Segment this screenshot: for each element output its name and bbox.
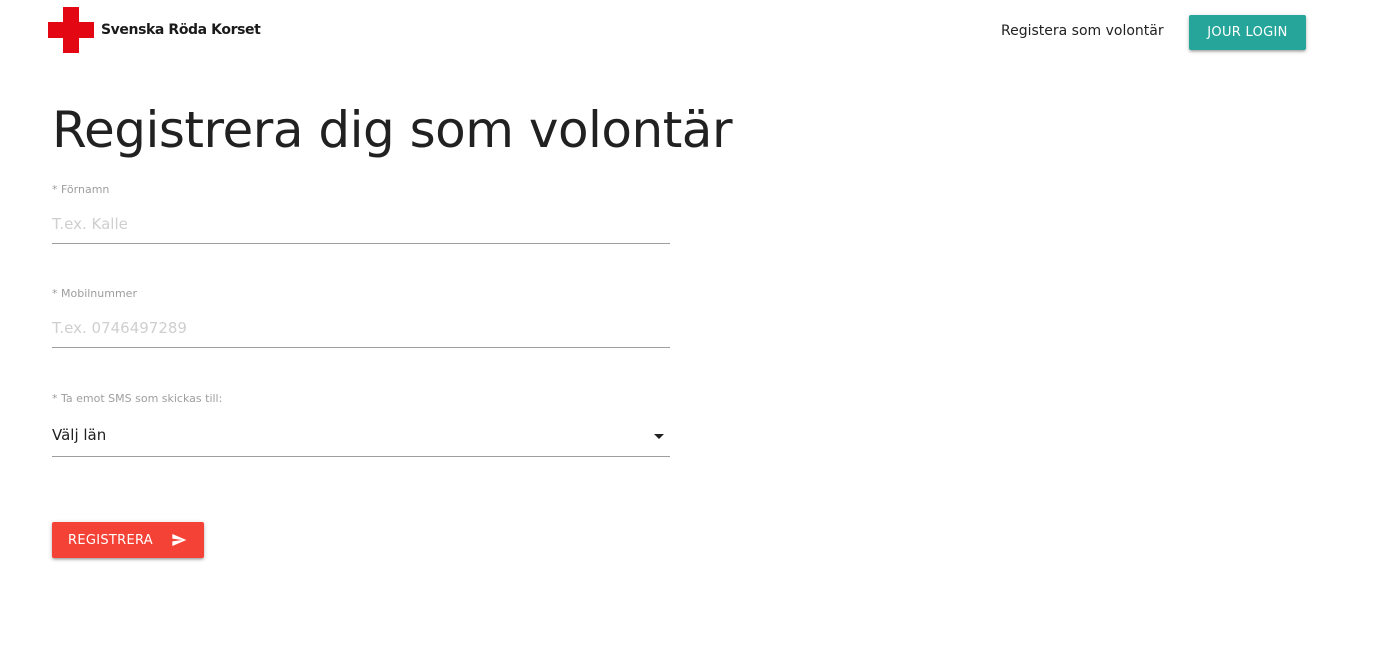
county-field: * Ta emot SMS som skickas till: Välj län xyxy=(52,392,670,457)
mobile-field: * Mobilnummer xyxy=(52,287,670,348)
mobile-label: * Mobilnummer xyxy=(52,287,137,300)
register-button-label: REGISTRERA xyxy=(68,532,153,548)
send-icon xyxy=(172,534,187,546)
register-button[interactable]: REGISTRERA xyxy=(52,522,204,558)
register-volunteer-link[interactable]: Registera som volontär xyxy=(1001,23,1164,39)
mobile-input[interactable] xyxy=(52,308,670,348)
county-selected-value: Välj län xyxy=(52,426,107,444)
page-title: Registrera dig som volontär xyxy=(52,101,733,159)
brand-name: Svenska Röda Korset xyxy=(101,21,261,38)
first-name-input[interactable] xyxy=(52,204,670,244)
first-name-field: * Förnamn xyxy=(52,183,670,244)
county-label: * Ta emot SMS som skickas till: xyxy=(52,392,223,405)
jour-login-button[interactable]: JOUR LOGIN xyxy=(1189,15,1306,50)
chevron-down-icon xyxy=(654,434,664,439)
first-name-label: * Förnamn xyxy=(52,183,110,196)
page: Svenska Röda Korset Registera som volont… xyxy=(0,0,1399,647)
red-cross-icon xyxy=(48,7,94,53)
county-select[interactable]: Välj län xyxy=(52,413,670,457)
brand-logo[interactable]: Svenska Röda Korset xyxy=(48,7,261,53)
